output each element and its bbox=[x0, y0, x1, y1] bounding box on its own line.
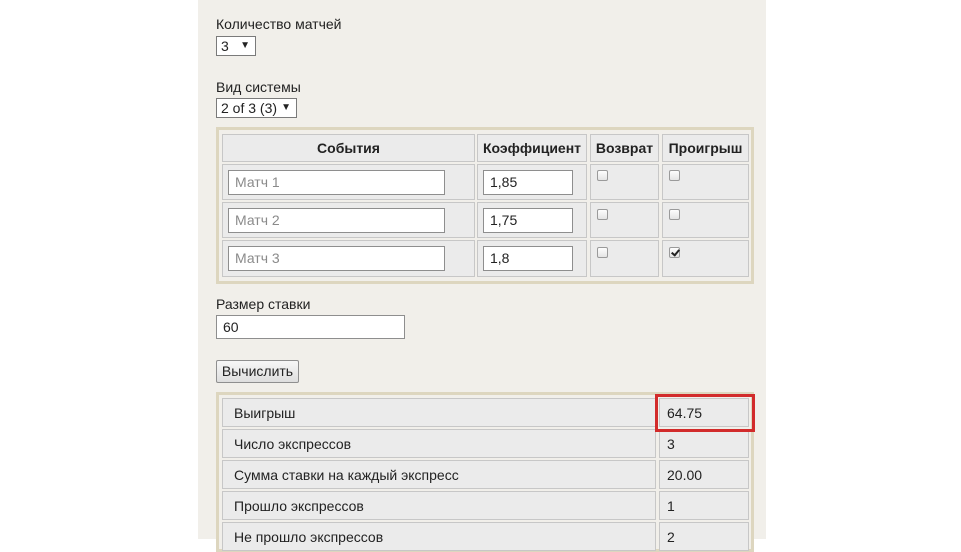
match-1-input[interactable]: Матч 1 bbox=[228, 170, 445, 195]
result-value-failed-express: 2 bbox=[659, 522, 749, 551]
coefficient-2-input[interactable]: 1,75 bbox=[483, 208, 573, 233]
system-type-label: Вид системы bbox=[216, 79, 301, 95]
table-cell bbox=[662, 240, 749, 277]
result-label-express-count: Число экспрессов bbox=[222, 429, 656, 458]
win-value-highlight bbox=[655, 394, 755, 432]
return-1-checkbox[interactable] bbox=[597, 170, 608, 181]
return-2-checkbox[interactable] bbox=[597, 209, 608, 220]
result-label-win: Выигрыш bbox=[222, 398, 656, 427]
result-label-failed-express: Не прошло экспрессов bbox=[222, 522, 656, 551]
system-type-value: 2 of 3 (3) bbox=[221, 100, 278, 116]
stake-label: Размер ставки bbox=[216, 296, 311, 312]
matches-count-label: Количество матчей bbox=[216, 16, 342, 32]
result-label-passed-express: Прошло экспрессов bbox=[222, 491, 656, 520]
match-3-input[interactable]: Матч 3 bbox=[228, 246, 445, 271]
system-type-select[interactable]: 2 of 3 (3) ▼ bbox=[216, 98, 297, 118]
return-column-header: Возврат bbox=[590, 134, 659, 162]
calculate-button[interactable]: Вычислить bbox=[216, 360, 299, 383]
dropdown-arrow-icon: ▼ bbox=[240, 40, 250, 51]
table-cell bbox=[590, 240, 659, 277]
loss-column-header: Проигрыш bbox=[662, 134, 749, 162]
result-value-stake-per-express: 20.00 bbox=[659, 460, 749, 489]
result-value-express-count: 3 bbox=[659, 429, 749, 458]
table-cell bbox=[662, 202, 749, 238]
dropdown-arrow-icon: ▼ bbox=[281, 102, 291, 113]
result-label-stake-per-express: Сумма ставки на каждый экспресс bbox=[222, 460, 656, 489]
table-cell bbox=[590, 202, 659, 238]
coefficient-1-input[interactable]: 1,85 bbox=[483, 170, 573, 195]
result-value-passed-express: 1 bbox=[659, 491, 749, 520]
events-column-header: События bbox=[222, 134, 475, 162]
loss-2-checkbox[interactable] bbox=[669, 209, 680, 220]
coefficient-3-input[interactable]: 1,8 bbox=[483, 246, 573, 271]
coefficient-column-header: Коэффициент bbox=[477, 134, 587, 162]
loss-3-checkbox[interactable] bbox=[669, 247, 680, 258]
matches-count-select[interactable]: 3 ▼ bbox=[216, 36, 256, 56]
matches-count-value: 3 bbox=[221, 38, 229, 54]
match-2-input[interactable]: Матч 2 bbox=[228, 208, 445, 233]
loss-1-checkbox[interactable] bbox=[669, 170, 680, 181]
return-3-checkbox[interactable] bbox=[597, 247, 608, 258]
stake-input[interactable]: 60 bbox=[216, 315, 405, 339]
